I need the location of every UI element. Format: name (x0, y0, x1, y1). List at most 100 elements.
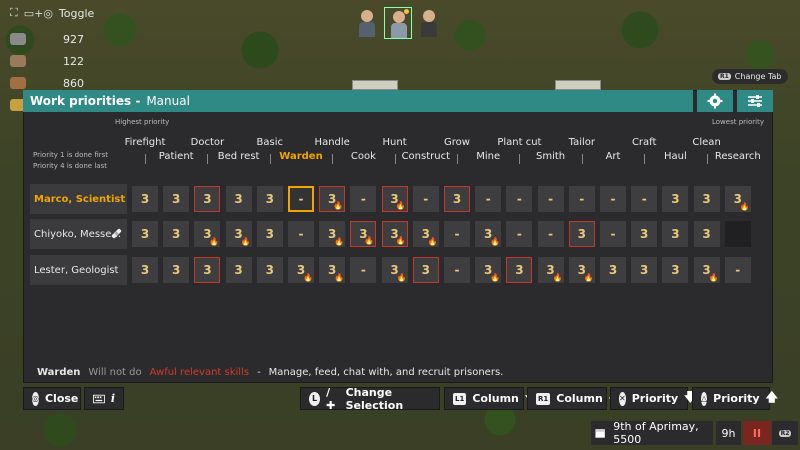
info-button[interactable]: i (84, 387, 124, 410)
priority-cell[interactable]: 3 🔥 (724, 186, 751, 212)
column-header[interactable]: Mine (476, 151, 500, 162)
column-header[interactable]: Haul (664, 151, 687, 162)
priority-cell[interactable]: 3 🔥 (537, 257, 564, 283)
priority-cell[interactable]: 3 (256, 186, 283, 212)
priority-cell[interactable]: 3 🔥 (350, 221, 377, 247)
priority-cell[interactable]: 3 (163, 221, 190, 247)
priority-cell[interactable]: 3 (693, 186, 720, 212)
priority-cell[interactable]: 3 (693, 221, 720, 247)
priority-cell[interactable]: 3 (444, 186, 470, 212)
priority-cell[interactable]: - (350, 186, 377, 212)
priority-cell[interactable]: 3 (631, 221, 658, 247)
priority-cell[interactable]: 3 (412, 257, 439, 283)
priority-cell[interactable]: - (724, 257, 751, 283)
column-header[interactable]: Cook (351, 151, 376, 162)
priority-cell[interactable]: 3 🔥 (412, 221, 439, 247)
column-header[interactable]: Firefight (125, 137, 166, 148)
colonist-row-label[interactable]: Marco, Scientist (30, 184, 127, 214)
column-header[interactable]: Doctor (191, 137, 224, 148)
priority-cell[interactable]: 3 (163, 257, 190, 283)
column-header[interactable]: Tailor (569, 137, 595, 148)
priority-cell[interactable]: - (350, 257, 377, 283)
toggle-hint[interactable]: ⛶ ▭+◎ Toggle (10, 6, 94, 20)
priority-cell[interactable]: 3 🔥 (475, 257, 502, 283)
priority-cell[interactable]: 3 (662, 257, 689, 283)
priority-cell[interactable]: 3 🔥 (381, 186, 408, 212)
priority-cell[interactable]: - (444, 221, 470, 247)
column-right-button[interactable]: R1 Column 🡅 (527, 387, 621, 410)
priority-cell[interactable]: - (600, 186, 626, 212)
priority-cell[interactable]: 3 (225, 257, 252, 283)
priority-cell[interactable]: 3 🔥 (568, 257, 595, 283)
pause-button[interactable]: II (743, 421, 771, 445)
column-header[interactable]: Plant cut (497, 137, 541, 148)
priority-cell[interactable]: 3 (568, 221, 595, 247)
priority-cell[interactable]: 3 🔥 (288, 257, 314, 283)
settings-button[interactable] (697, 90, 733, 112)
priority-cell[interactable]: - (475, 186, 502, 212)
priority-cell[interactable]: 3 (132, 221, 158, 247)
colonist-portrait[interactable] (415, 7, 443, 39)
priority-cell[interactable]: - (444, 257, 470, 283)
priority-cell[interactable]: - (288, 186, 314, 212)
priority-cell[interactable]: 3 (194, 186, 221, 212)
priority-cell[interactable]: 3 🔥 (319, 257, 346, 283)
priority-cell[interactable]: 3 (631, 257, 658, 283)
colonist-portrait[interactable] (353, 7, 381, 39)
change-selection-button[interactable]: L / ✚ Change Selection (300, 386, 440, 412)
column-header[interactable]: Craft (632, 137, 657, 148)
priority-cell[interactable]: 3 🔥 (381, 257, 408, 283)
priority-cell[interactable]: 3 🔥 (319, 186, 346, 212)
change-tab-hint[interactable]: R1 Change Tab (712, 69, 788, 84)
speed-button[interactable]: R2 (772, 421, 798, 445)
priority-cell[interactable]: 3 🔥 (194, 221, 221, 247)
priority-cell[interactable]: 3 (600, 257, 626, 283)
priority-up-button[interactable]: △ Priority 🡅 (692, 387, 778, 410)
priority-cell[interactable]: - (537, 186, 564, 212)
priority-cell[interactable]: 3 🔥 (475, 221, 502, 247)
filter-button[interactable] (737, 90, 773, 112)
priority-cell[interactable]: 3 (163, 186, 190, 212)
column-header[interactable]: Basic (257, 137, 283, 148)
priority-cell[interactable]: - (288, 221, 314, 247)
column-header[interactable]: Smith (536, 151, 565, 162)
priority-cell[interactable]: 3 (256, 221, 283, 247)
column-header[interactable]: Hunt (383, 137, 407, 148)
priority-cell[interactable]: - (412, 186, 439, 212)
column-header[interactable]: Warden (279, 151, 322, 162)
column-header[interactable]: Construct (402, 151, 450, 162)
priority-cell[interactable]: - (631, 186, 658, 212)
priority-cell[interactable]: 3 (662, 221, 689, 247)
priority-cell[interactable]: - (568, 186, 595, 212)
priority-down-button[interactable]: ✕ Priority 🡇 (610, 387, 697, 410)
column-header[interactable]: Research (715, 151, 761, 162)
close-button[interactable]: ◎ Close (23, 387, 81, 410)
priority-cell[interactable]: 3 🔥 (693, 257, 720, 283)
priority-cell[interactable]: 3 (225, 186, 252, 212)
column-header[interactable]: Patient (159, 151, 194, 162)
column-header[interactable]: Art (606, 151, 621, 162)
column-header[interactable]: Grow (444, 137, 470, 148)
priority-cell[interactable]: 3 (662, 186, 689, 212)
column-left-button[interactable]: L1 Column 🡇 (444, 387, 537, 410)
column-header[interactable]: Bed rest (218, 151, 260, 162)
colonist-row-label[interactable]: Lester, Geologist (30, 255, 127, 285)
colonist-row-label[interactable]: Chiyoko, Messe... (30, 219, 127, 249)
priority-cell[interactable]: 3 (132, 186, 158, 212)
priority-cell[interactable]: 3 (194, 257, 221, 283)
priority-cell[interactable]: - (506, 221, 533, 247)
priority-cell[interactable]: - (537, 221, 564, 247)
priority-cell[interactable]: 3 (256, 257, 283, 283)
passion-flame-icon: 🔥 (395, 201, 406, 210)
priority-cell[interactable]: 3 🔥 (319, 221, 346, 247)
priority-cell[interactable]: - (506, 186, 533, 212)
colonist-portrait[interactable] (384, 7, 412, 39)
column-header[interactable]: Handle (315, 137, 350, 148)
priority-cell[interactable]: 3 (132, 257, 158, 283)
priority-cell[interactable]: - (600, 221, 626, 247)
priority-cell[interactable]: 3 🔥 (381, 221, 408, 247)
priority-cell[interactable] (724, 221, 751, 247)
priority-cell[interactable]: 3 (506, 257, 533, 283)
column-header[interactable]: Clean (692, 137, 720, 148)
priority-cell[interactable]: 3 🔥 (225, 221, 252, 247)
